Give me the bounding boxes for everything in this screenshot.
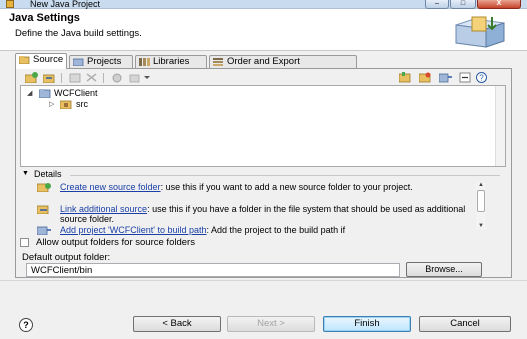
new-source-folder-icon [37, 183, 51, 192]
browse-button[interactable]: Browse... [406, 262, 482, 277]
remove-entry-icon[interactable] [85, 72, 98, 83]
java-project-banner-icon [455, 16, 505, 48]
configure-inclusion-icon[interactable] [129, 72, 142, 83]
scroll-down-icon[interactable]: ▼ [478, 223, 484, 229]
details-section: ▼ Details Create new source folder: use … [20, 169, 508, 235]
page-title: Java Settings [9, 12, 80, 24]
wizard-button-bar: ? < Back Next > Finish Cancel [0, 280, 527, 339]
finish-button[interactable]: Finish [323, 316, 411, 332]
link-folder-icon[interactable] [419, 72, 432, 83]
libraries-icon [139, 58, 150, 66]
details-scrollbar[interactable]: ▲ ▼ [476, 182, 486, 230]
next-button[interactable]: Next > [227, 316, 315, 332]
new-source-folder-icon[interactable] [399, 72, 412, 83]
detail-description: : use this if you want to add a new sour… [160, 182, 413, 192]
tab-projects[interactable]: Projects [69, 55, 133, 68]
details-label: Details [34, 169, 62, 179]
default-output-folder-input[interactable]: WCFClient/bin [26, 263, 400, 277]
detail-add-project: Add project 'WCFClient' to build path: A… [37, 225, 480, 235]
scroll-thumb[interactable] [477, 190, 485, 212]
tab-source[interactable]: Source [15, 53, 67, 69]
project-folder-icon[interactable] [439, 72, 452, 83]
tree-scrollbar[interactable] [495, 86, 505, 166]
minimize-button[interactable]: – [425, 0, 449, 9]
source-toolbar: ? [19, 71, 509, 85]
help-icon[interactable]: ? [475, 72, 488, 83]
help-button[interactable]: ? [19, 318, 33, 332]
close-button[interactable]: X [477, 0, 521, 9]
tab-source-label: Source [33, 54, 64, 65]
detail-create-source-folder: Create new source folder: use this if yo… [37, 182, 480, 202]
scroll-up-icon[interactable]: ▲ [478, 182, 484, 188]
edit-entry-icon[interactable] [69, 72, 82, 83]
add-project-icon [37, 226, 51, 235]
create-source-folder-link[interactable]: Create new source folder [60, 182, 161, 192]
window-title: New Java Project [30, 0, 101, 9]
order-and-export-icon [213, 58, 223, 66]
toolbar-separator [103, 73, 104, 83]
expand-arrow-icon[interactable]: ▷ [49, 99, 54, 110]
detail-text: Link additional source: use this if you … [60, 204, 470, 224]
allow-output-folders-checkbox[interactable] [20, 238, 29, 247]
java-project-icon [39, 89, 51, 98]
cancel-button[interactable]: Cancel [419, 316, 511, 332]
svg-text:?: ? [479, 74, 484, 83]
maximize-button[interactable]: □ [450, 0, 476, 9]
allow-output-folders-label: Allow output folders for source folders [36, 237, 195, 248]
source-tab-panel: ? ◢ WCFClient ▷ src ▼ Details Create new… [15, 68, 512, 278]
detail-link-additional-source: Link additional source: use this if you … [37, 204, 480, 224]
collapse-arrow-icon[interactable]: ◢ [27, 88, 32, 99]
eclipse-app-icon [6, 0, 14, 8]
tab-projects-label: Projects [87, 56, 122, 67]
tree-src-label: src [76, 99, 88, 109]
configure-build-path-icon[interactable] [111, 72, 124, 83]
tab-order-and-export-label: Order and Export [227, 56, 300, 67]
tree-project-label: WCFClient [54, 88, 98, 98]
tab-libraries-label: Libraries [153, 56, 190, 67]
projects-icon [73, 58, 84, 66]
details-collapse-icon[interactable]: ▼ [22, 170, 29, 177]
tab-libraries[interactable]: Libraries [135, 55, 207, 68]
collapse-all-icon[interactable] [459, 72, 472, 83]
add-project-link[interactable]: Add project 'WCFClient' to build path [60, 225, 207, 235]
dropdown-arrow-icon[interactable] [143, 72, 151, 83]
page-description: Define the Java build settings. [15, 28, 142, 39]
details-divider [70, 175, 500, 176]
link-source-icon [37, 205, 49, 214]
source-folder-tree: ◢ WCFClient ▷ src [20, 85, 506, 167]
wizard-header: Java Settings Define the Java build sett… [0, 9, 527, 51]
link-additional-source-link[interactable]: Link additional source [60, 204, 147, 214]
tab-order-and-export[interactable]: Order and Export [209, 55, 357, 68]
window-title-bar: New Java Project – □ X [0, 0, 527, 9]
detail-text: Add project 'WCFClient' to build path: A… [60, 225, 470, 235]
source-folder-icon [19, 56, 30, 64]
toolbar-separator [61, 73, 62, 83]
back-button[interactable]: < Back [133, 316, 221, 332]
detail-text: Create new source folder: use this if yo… [60, 182, 470, 192]
add-source-folder-icon[interactable] [25, 72, 38, 83]
package-folder-icon [60, 100, 72, 109]
detail-description: : Add the project to the build path if [206, 225, 346, 235]
link-source-icon[interactable] [43, 72, 56, 83]
default-output-folder-label: Default output folder: [22, 252, 111, 263]
